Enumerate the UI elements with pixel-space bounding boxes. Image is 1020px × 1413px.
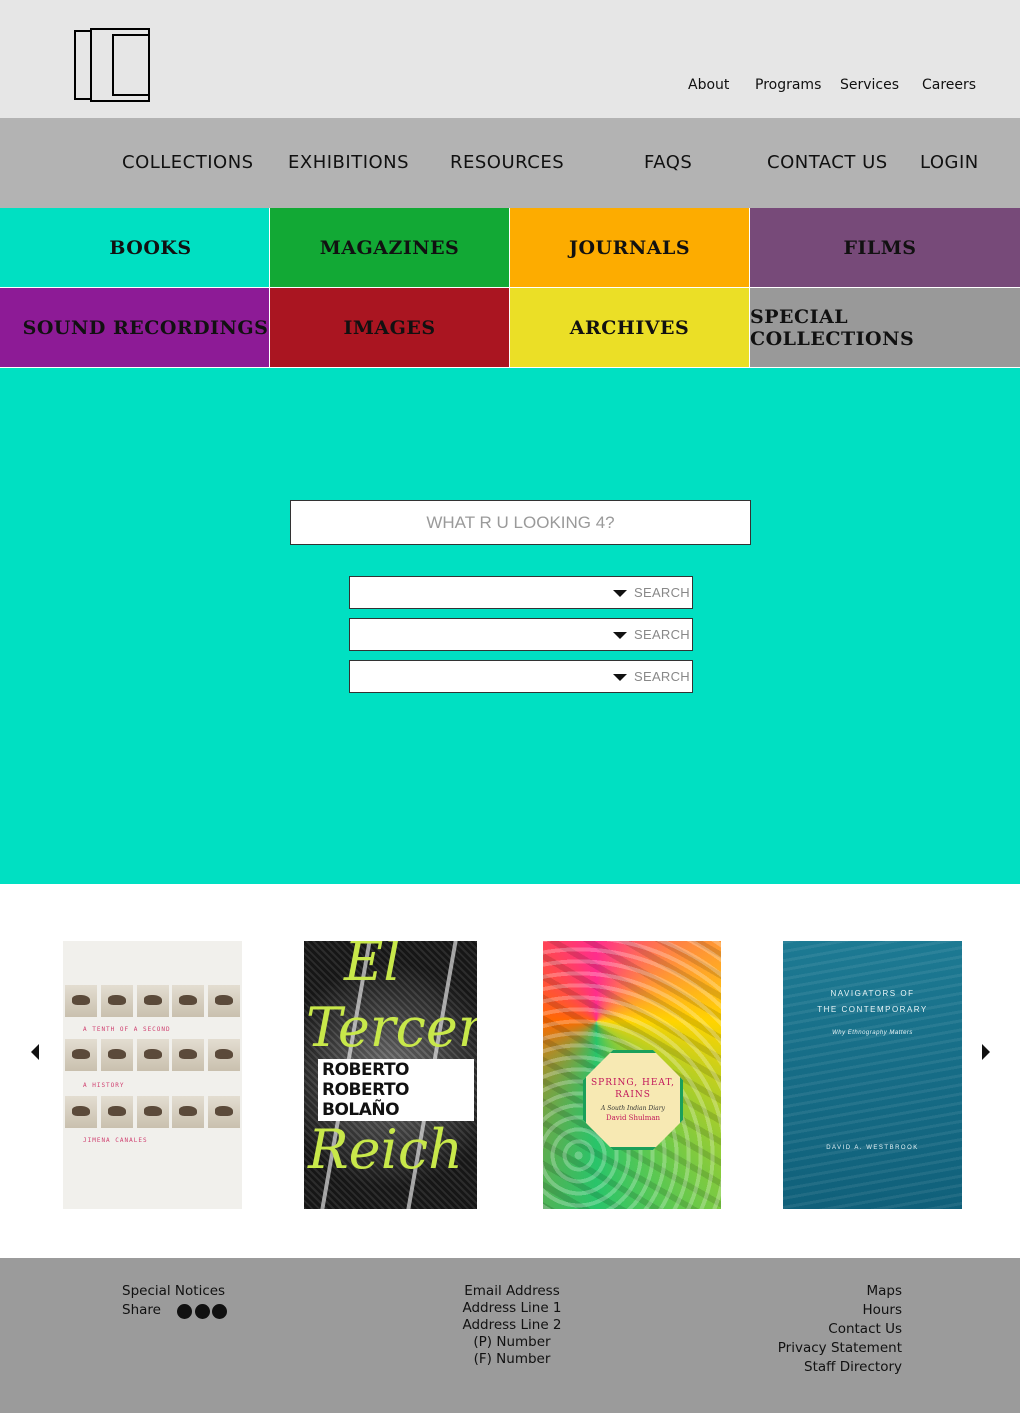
- cover-author: David Shulman: [605, 1113, 661, 1122]
- category-special-collections[interactable]: SPECIAL COLLECTIONS: [750, 288, 1020, 367]
- nav-resources[interactable]: RESOURCES: [450, 152, 564, 173]
- nav-exhibitions[interactable]: EXHIBITIONS: [288, 152, 409, 173]
- footer-fax-number: (F) Number: [473, 1351, 551, 1367]
- book-cover-el-tercer-reich[interactable]: El Tercer ROBERTO BOLAÑO ROBERTO BOLAÑO …: [304, 941, 477, 1209]
- cover-subtitle: Why Ethnography Matters: [832, 1030, 913, 1036]
- utility-link-programs[interactable]: Programs: [755, 77, 821, 93]
- horse-photo-strip: [65, 1096, 240, 1128]
- category-archives[interactable]: ARCHIVES: [510, 288, 749, 367]
- cover-title-badge: SPRING, HEAT, RAINS A South Indian Diary…: [583, 1050, 683, 1150]
- nav-login[interactable]: LOGIN: [920, 152, 979, 173]
- category-sound-recordings[interactable]: SOUND RECORDINGS: [0, 288, 269, 367]
- category-images[interactable]: IMAGES: [270, 288, 509, 367]
- dropdown-arrow-icon[interactable]: [613, 674, 627, 681]
- footer-link-privacy-statement[interactable]: Privacy Statement: [700, 1340, 902, 1356]
- search-button-1[interactable]: SEARCH: [634, 585, 690, 600]
- footer-link-contact-us[interactable]: Contact Us: [700, 1321, 902, 1337]
- carousel-next-icon[interactable]: [982, 1044, 990, 1060]
- cover-author: DAVID A. WESTBROOK: [826, 1145, 919, 1151]
- utility-link-services[interactable]: Services: [840, 77, 899, 93]
- category-films[interactable]: FILMS: [750, 208, 1020, 287]
- cover-subtitle: A South Indian Diary: [601, 1104, 665, 1112]
- horse-photo-strip: [65, 985, 240, 1017]
- share-icon-2[interactable]: [195, 1304, 210, 1319]
- cover-subtitle: A HISTORY: [83, 1082, 125, 1089]
- utility-link-careers[interactable]: Careers: [922, 77, 976, 93]
- share-icon-3[interactable]: [212, 1304, 227, 1319]
- nav-collections[interactable]: COLLECTIONS: [122, 152, 254, 173]
- category-books[interactable]: BOOKS: [0, 208, 269, 287]
- book-cover-spring-heat-rains[interactable]: SPRING, HEAT, RAINS A South Indian Diary…: [543, 941, 721, 1209]
- search-filter-1[interactable]: SEARCH: [349, 576, 693, 609]
- cover-title: A TENTH OF A SECOND: [83, 1026, 171, 1033]
- footer-special-notices[interactable]: Special Notices: [122, 1283, 225, 1299]
- footer-email-address: Email Address: [464, 1283, 560, 1299]
- book-cover-navigators-of-the-contemporary[interactable]: NAVIGATORS OF THE CONTEMPORARY Why Ethno…: [783, 941, 962, 1209]
- footer-link-staff-directory[interactable]: Staff Directory: [700, 1359, 902, 1375]
- logo[interactable]: [74, 28, 152, 102]
- footer-link-maps[interactable]: Maps: [700, 1283, 902, 1299]
- cover-title-script: El: [344, 941, 401, 993]
- footer-link-hours[interactable]: Hours: [700, 1302, 902, 1318]
- category-magazines[interactable]: MAGAZINES: [270, 208, 509, 287]
- top-bar: [0, 0, 1020, 118]
- search-filter-2[interactable]: SEARCH: [349, 618, 693, 651]
- footer-address-line-2: Address Line 2: [462, 1317, 562, 1333]
- horse-photo-strip: [65, 1039, 240, 1071]
- cover-author-echo: ROBERTO BOLAÑO: [318, 1079, 474, 1121]
- nav-faqs[interactable]: FAQS: [644, 152, 692, 173]
- footer-phone-number: (P) Number: [473, 1334, 551, 1350]
- footer-address-line-1: Address Line 1: [462, 1300, 562, 1316]
- cover-title-script: Reich: [308, 1118, 463, 1181]
- main-search-input[interactable]: [290, 500, 751, 545]
- footer-share-label: Share: [122, 1302, 161, 1318]
- utility-link-about[interactable]: About: [688, 77, 729, 93]
- cover-title: SPRING, HEAT, RAINS: [591, 1078, 675, 1100]
- dropdown-arrow-icon[interactable]: [613, 632, 627, 639]
- search-button-2[interactable]: SEARCH: [634, 627, 690, 642]
- nav-contact-us[interactable]: CONTACT US: [767, 152, 888, 173]
- cover-title-script: Tercer: [306, 996, 477, 1059]
- book-cover-a-tenth-of-a-second[interactable]: A TENTH OF A SECOND A HISTORY JIMENA CAN…: [63, 941, 242, 1209]
- carousel-prev-icon[interactable]: [31, 1044, 39, 1060]
- cover-title: THE CONTEMPORARY: [817, 1005, 928, 1014]
- cover-title: NAVIGATORS OF: [830, 989, 915, 998]
- search-button-3[interactable]: SEARCH: [634, 669, 690, 684]
- logo-panel-front: [112, 34, 150, 96]
- search-filter-3[interactable]: SEARCH: [349, 660, 693, 693]
- cover-author: JIMENA CANALES: [83, 1137, 148, 1144]
- category-journals[interactable]: JOURNALS: [510, 208, 749, 287]
- dropdown-arrow-icon[interactable]: [613, 590, 627, 597]
- share-icon-1[interactable]: [177, 1304, 192, 1319]
